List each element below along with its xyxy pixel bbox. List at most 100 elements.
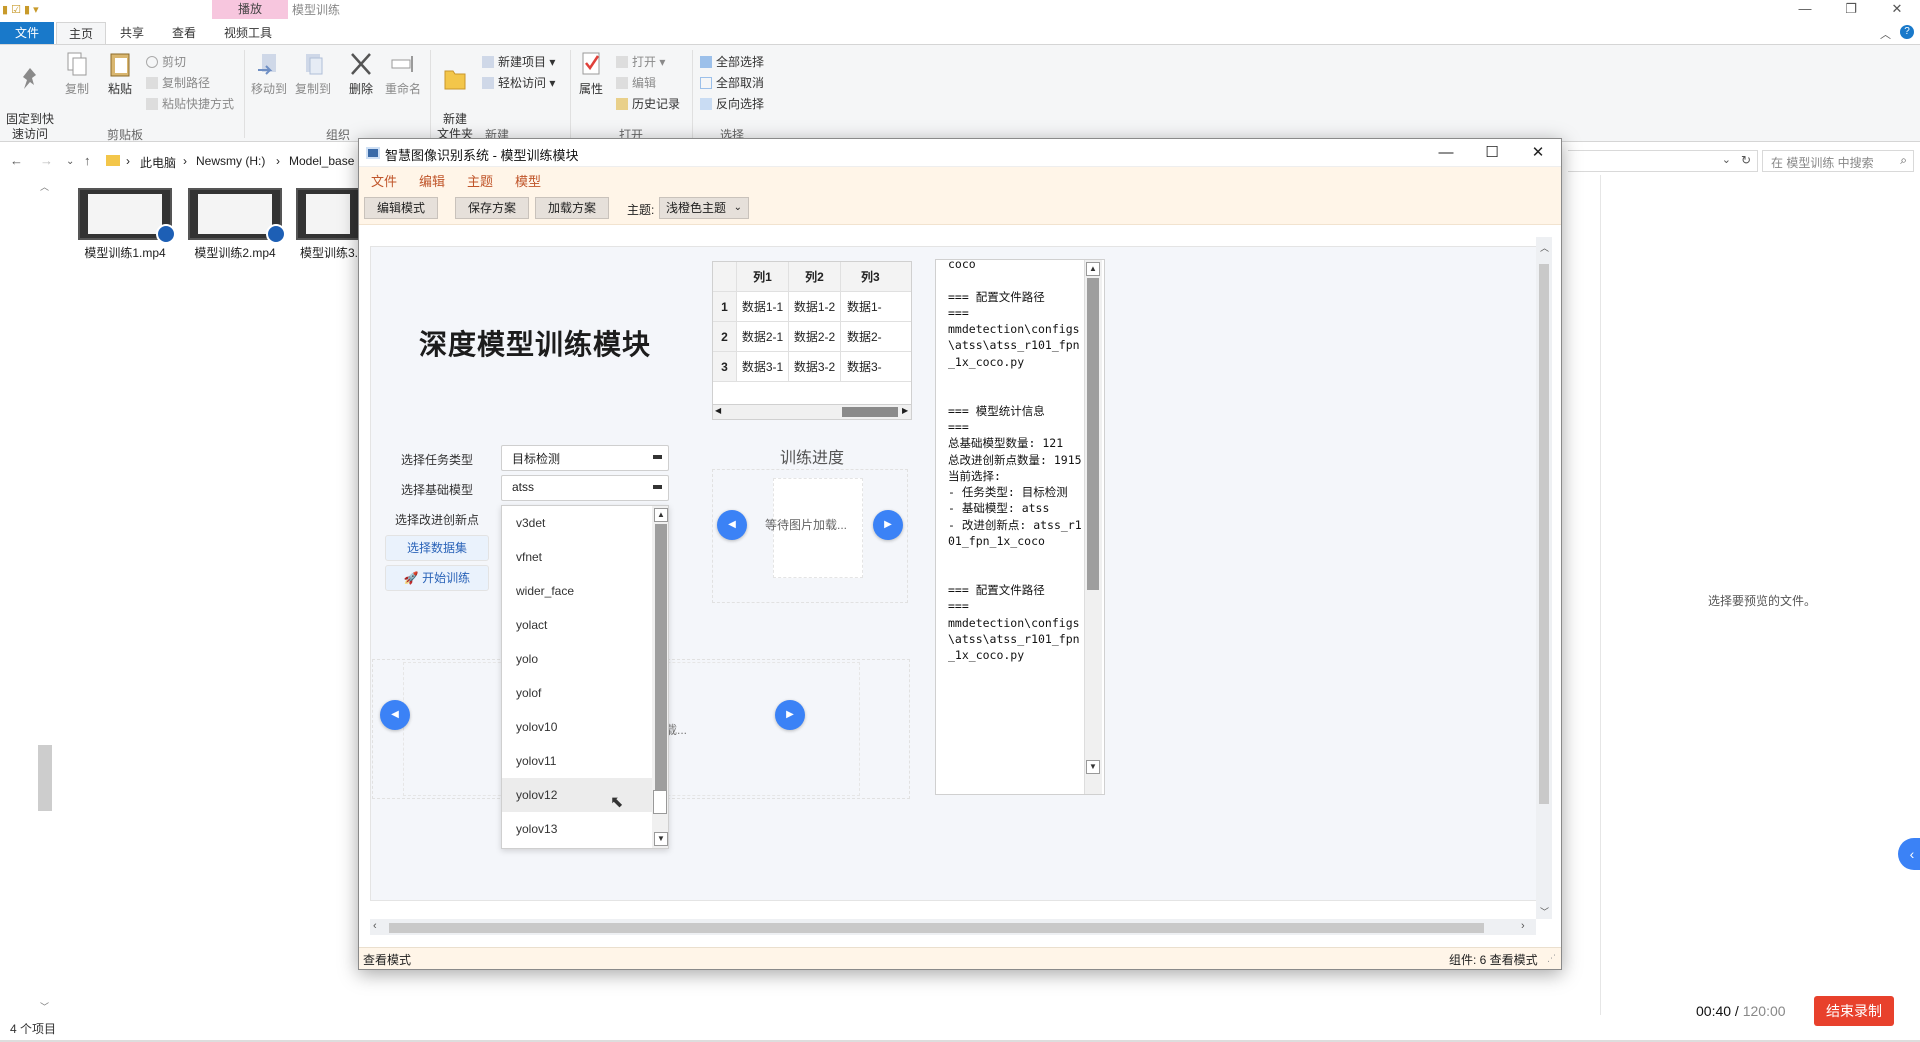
dropdown-option[interactable]: yolo — [502, 642, 652, 676]
stop-recording-button[interactable]: 结束录制 — [1814, 996, 1894, 1026]
edit-button[interactable]: 编辑 — [616, 73, 656, 93]
file-name[interactable]: 模型训练1.mp4 — [70, 244, 180, 261]
scroll-up-icon[interactable]: ▲ — [1086, 262, 1100, 276]
theme-select[interactable]: 浅橙色主题 ⌄ — [659, 197, 749, 219]
restore-icon[interactable]: ❐ — [1828, 0, 1874, 20]
breadcrumb-this-pc[interactable]: 此电脑 — [140, 154, 176, 171]
prev-progress-button[interactable]: ◀ — [717, 510, 747, 540]
collapse-panel-button[interactable]: ‹ — [1898, 838, 1920, 870]
next-image-button[interactable]: ▶ — [775, 700, 805, 730]
table-header[interactable]: 列2 — [789, 262, 841, 292]
start-training-button[interactable]: 🚀 开始训练 — [385, 565, 489, 591]
dropdown-option[interactable]: yolof — [502, 676, 652, 710]
select-all-button[interactable]: 全部选择 — [700, 52, 764, 72]
new-folder-button[interactable]: 新建 文件夹 — [434, 50, 476, 142]
table-header[interactable]: 列1 — [737, 262, 789, 292]
dropdown-option[interactable]: wider_face — [502, 574, 652, 608]
invert-selection-button[interactable]: 反向选择 — [700, 94, 764, 114]
table-cell[interactable]: 数据1-1 — [737, 292, 789, 322]
context-tab-play[interactable]: 播放 — [212, 0, 288, 19]
ribbon-tab-view[interactable]: 查看 — [160, 22, 208, 44]
scroll-left-icon[interactable]: ‹ — [373, 920, 377, 932]
dropdown-option[interactable]: yolov13 — [502, 812, 652, 846]
dropdown-scroll-handle[interactable] — [653, 790, 667, 814]
base-model-select[interactable]: atss — [501, 475, 669, 501]
scroll-down-icon[interactable]: ▼ — [654, 832, 668, 846]
properties-button[interactable]: 属性 — [574, 50, 608, 97]
open-button[interactable]: 打开 ▾ — [616, 52, 665, 72]
dropdown-option[interactable]: yolact — [502, 608, 652, 642]
nav-pane-scrollbar[interactable] — [38, 745, 52, 811]
scroll-down-icon[interactable]: ﹀ — [40, 1000, 49, 1013]
row-header[interactable]: 2 — [713, 322, 737, 352]
table-cell[interactable]: 数据2-1 — [737, 322, 789, 352]
paste-button[interactable]: 粘贴 — [100, 50, 140, 97]
help-icon[interactable]: ? — [1900, 25, 1914, 39]
ribbon-collapse-icon[interactable]: ︿ — [1880, 26, 1891, 42]
new-item-button[interactable]: 新建项目 ▾ — [482, 52, 555, 72]
cut-button[interactable]: 剪切 — [146, 52, 186, 72]
breadcrumb-drive[interactable]: Newsmy (H:) — [196, 154, 265, 168]
scroll-up-icon[interactable]: ︿ — [40, 180, 49, 193]
next-progress-button[interactable]: ▶ — [873, 510, 903, 540]
file-name[interactable]: 模型训练3. — [300, 244, 360, 261]
minimize-icon[interactable]: — — [1782, 0, 1828, 20]
table-cell[interactable]: 数据2- — [841, 322, 911, 352]
recent-locations-icon[interactable]: ⌄ — [66, 156, 74, 167]
dropdown-option[interactable]: v3det — [502, 506, 652, 540]
scroll-up-icon[interactable]: ▲ — [654, 508, 668, 522]
file-name[interactable]: 模型训练2.mp4 — [180, 244, 290, 261]
workspace-vertical-thumb[interactable] — [1539, 264, 1549, 804]
dropdown-option[interactable]: vfnet — [502, 540, 652, 574]
scroll-right-icon[interactable]: › — [1521, 920, 1525, 932]
menu-theme[interactable]: 主题 — [467, 171, 493, 190]
pin-quick-access-button[interactable]: 固定到快 速访问 — [4, 50, 56, 142]
dropdown-scroll-thumb[interactable] — [655, 524, 667, 802]
table-cell[interactable]: 数据1-2 — [789, 292, 841, 322]
easy-access-button[interactable]: 轻松访问 ▾ — [482, 73, 555, 93]
history-button[interactable]: 历史记录 — [616, 94, 680, 114]
menu-model[interactable]: 模型 — [515, 171, 541, 190]
scroll-up-icon[interactable]: ︿ — [1540, 241, 1549, 254]
copy-to-button[interactable]: 复制到 — [292, 50, 334, 97]
dropdown-option-hovered[interactable]: yolov12 — [502, 778, 652, 812]
breadcrumb-model-base[interactable]: Model_base — [289, 154, 354, 168]
log-scroll-thumb[interactable] — [1087, 278, 1099, 590]
forward-icon[interactable]: → — [40, 153, 53, 168]
select-none-button[interactable]: 全部取消 — [700, 73, 764, 93]
task-type-select[interactable]: 目标检测 — [501, 445, 669, 471]
scroll-down-icon[interactable]: ▼ — [1086, 760, 1100, 774]
table-cell[interactable]: 数据3-2 — [789, 352, 841, 382]
resize-grip-icon[interactable]: ⋰ — [1547, 953, 1556, 964]
video-thumbnail[interactable] — [188, 188, 286, 244]
table-scroll-thumb[interactable] — [842, 407, 898, 417]
close-icon[interactable]: ✕ — [1874, 0, 1920, 20]
table-cell[interactable]: 数据3-1 — [737, 352, 789, 382]
row-header[interactable]: 3 — [713, 352, 737, 382]
table-cell[interactable]: 数据3- — [841, 352, 911, 382]
table-cell[interactable]: 数据2-2 — [789, 322, 841, 352]
menu-file[interactable]: 文件 — [371, 171, 397, 190]
ribbon-tab-file[interactable]: 文件 — [0, 22, 54, 44]
dropdown-option[interactable]: yolov10 — [502, 710, 652, 744]
row-header[interactable]: 1 — [713, 292, 737, 322]
scroll-right-icon[interactable]: ▶ — [902, 406, 908, 415]
app-close-icon[interactable]: ✕ — [1515, 141, 1561, 165]
refresh-icon[interactable]: ↻ — [1741, 153, 1751, 167]
back-icon[interactable]: ← — [10, 153, 23, 168]
move-to-button[interactable]: 移动到 — [248, 50, 290, 97]
video-thumbnail[interactable] — [296, 188, 360, 240]
quick-access-icons[interactable]: ▮ ☑ ▮ ▾ — [2, 3, 39, 16]
search-input[interactable]: 在 模型训练 中搜索 ⌕ — [1762, 150, 1914, 172]
up-icon[interactable]: ↑ — [84, 153, 91, 168]
edit-mode-button[interactable]: 编辑模式 — [364, 197, 439, 219]
select-dataset-button[interactable]: 选择数据集 — [385, 535, 489, 561]
ribbon-tab-share[interactable]: 共享 — [108, 22, 156, 44]
delete-button[interactable]: 删除 — [344, 50, 378, 97]
address-dropdown-icon[interactable]: ⌄ — [1722, 153, 1731, 166]
address-box[interactable]: ⌄ ↻ — [1568, 150, 1758, 172]
paste-shortcut-button[interactable]: 粘贴快捷方式 — [146, 94, 234, 114]
workspace-horizontal-thumb[interactable] — [389, 923, 1484, 933]
scroll-down-icon[interactable]: ﹀ — [1540, 905, 1549, 918]
ribbon-tab-video-tools[interactable]: 视频工具 — [212, 22, 284, 44]
